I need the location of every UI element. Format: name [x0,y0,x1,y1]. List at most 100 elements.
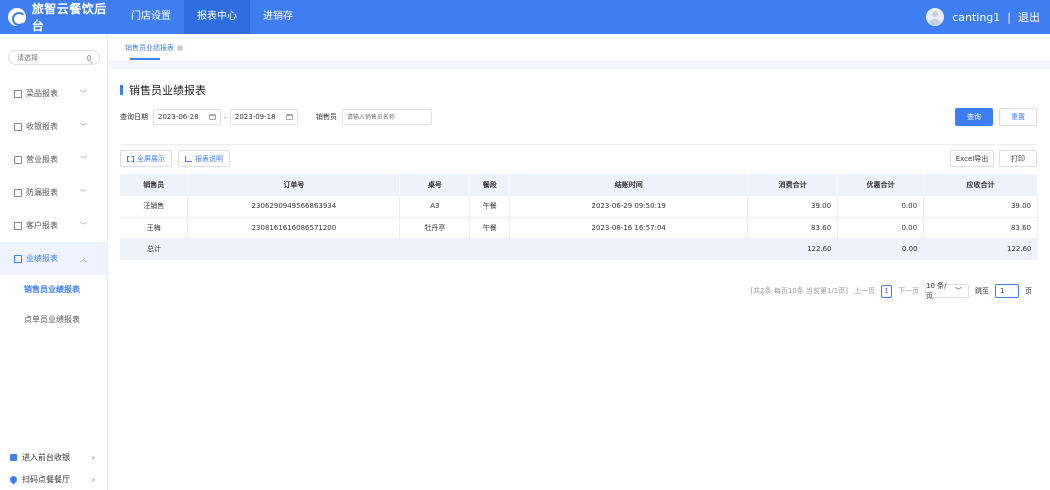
nav-report-center[interactable]: 报表中心 [184,0,250,34]
username[interactable]: canting1 [952,11,1000,24]
report-description-button[interactable]: 报表说明 [178,150,230,167]
sidebar-item-cashier-report[interactable]: 收银报表 ﹀ [0,110,107,143]
avatar[interactable] [926,8,945,26]
chevron-down-icon: ﹀ [80,122,87,131]
cell-order-no: 2308161616086571200 [187,217,401,239]
date-start-field[interactable]: 2023-06-28 [153,109,221,125]
cashier-shield-icon [10,453,17,461]
total-empty [469,238,510,260]
sidebar-subitem-seller-performance[interactable]: 销售员业绩报表 [0,275,107,305]
col-meal-period: 餐段 [469,174,511,196]
fullscreen-button[interactable]: 全屏展示 [120,150,172,167]
fullscreen-icon [127,155,134,162]
divider [120,144,1038,145]
shield-icon [14,188,22,197]
report-icon [14,89,22,98]
pager-prev[interactable]: 上一页 [854,286,875,296]
fullscreen-label: 全屏展示 [137,154,165,163]
tab-bar: 销售员业绩报表 [108,34,1050,62]
cell-seller: 汪销售 [120,196,189,218]
performance-table: 销售员 订单号 桌号 餐段 结账时间 消费合计 优惠合计 应收合计 汪销售 23… [120,174,1038,260]
col-order-no: 订单号 [187,174,401,196]
print-button[interactable]: 打印 [999,150,1037,167]
enter-front-cashier[interactable]: 进入前台收银 › [0,446,107,468]
pagination: [共2条 每页10条 当前第1/1页] 上一页 1 下一页 10 条/页 ﹀ 跳… [708,282,1038,300]
pager-next[interactable]: 下一页 [898,286,919,296]
scan-order-restaurant[interactable]: 扫码点餐餐厅 › [0,468,107,490]
cell-receivable-total: 83.60 [923,217,1038,239]
user-separator: | [1007,10,1011,24]
sidebar-bottom: 进入前台收银 › 扫码点餐餐厅 › [0,446,107,490]
pager-size-select[interactable]: 10 条/页 ﹀ [925,282,969,300]
table-row[interactable]: 汪销售 2306290949566863934 A3 午餐 2023-06-29… [120,196,1038,218]
close-icon[interactable] [177,45,183,51]
pager-page-unit: 页 [1025,287,1032,295]
total-receivable: 122.60 [923,238,1038,260]
main-panel: 销售员业绩报表 查询日期 2023-06-28 - 2023-09-18 销售员… [108,62,1050,490]
calendar-icon[interactable] [209,114,216,120]
chevron-right-icon: › [91,474,95,484]
cell-table-no: 牡丹亭 [399,217,471,239]
cell-order-no: 2306290949566863934 [187,196,401,218]
total-consume: 122.60 [747,238,838,260]
date-end-field[interactable]: 2023-09-18 [229,109,298,125]
enter-front-cashier-label: 进入前台收银 [22,452,70,462]
sidebar-item-label: 防漏报表 [26,188,58,197]
search-icon[interactable] [87,54,91,61]
cell-consume-total: 83.60 [747,217,839,239]
brand[interactable]: 旅智云餐饮后台 [0,0,118,34]
scan-order-restaurant-label: 扫码点餐餐厅 [22,474,70,484]
page-title-text: 销售员业绩报表 [129,84,206,97]
col-seller: 销售员 [120,174,189,196]
col-consume-total: 消费合计 [747,174,839,196]
seller-label: 销售员 [315,113,337,121]
nav-store-settings[interactable]: 门店设置 [118,0,184,34]
sidebar-item-dish-report[interactable]: 菜品报表 ﹀ [0,77,107,110]
logout-link[interactable]: 退出 [1018,9,1040,25]
sidebar-subitem-order-taker-performance[interactable]: 点单员业绩报表 [0,305,107,335]
pager-size-value: 10 条/页 [926,282,947,300]
pager-summary: [共2条 每页10条 当前第1/1页] [750,287,848,295]
cashier-icon [14,122,22,131]
sidebar-item-customer-report[interactable]: 客户报表 ﹀ [0,209,107,242]
date-end-value: 2023-09-18 [234,113,276,121]
date-label: 查询日期 [120,113,148,121]
cell-table-no: A3 [399,196,471,218]
filter-row: 查询日期 2023-06-28 - 2023-09-18 销售员 [120,108,432,126]
total-empty [509,238,748,260]
cell-receivable-total: 39.00 [923,196,1038,218]
sidebar-item-business-report[interactable]: 营业报表 ﹀ [0,143,107,176]
sidebar-item-label: 菜品报表 [26,89,58,98]
cell-discount-total: 0.00 [837,196,925,218]
brand-logo-icon [8,8,26,26]
sidebar-item-leak-report[interactable]: 防漏报表 ﹀ [0,176,107,209]
sidebar-search[interactable] [8,50,100,65]
chevron-down-icon: ﹀ [80,188,87,197]
total-empty [399,238,470,260]
date-range-dash: - [224,112,227,122]
report-description-label: 报表说明 [195,154,223,163]
pager-jump-input[interactable]: 1 [995,284,1019,298]
table-row[interactable]: 王梅 2308161616086571200 牡丹亭 午餐 2023-08-16… [120,217,1038,239]
sidebar-item-performance-report[interactable]: 业绩报表 ︿ [0,242,107,275]
pager-current-page[interactable]: 1 [881,284,892,298]
query-button[interactable]: 查询 [955,108,993,126]
calendar-icon[interactable] [285,114,293,120]
user-area: canting1 | 退出 [926,8,1050,26]
sidebar-search-input[interactable] [17,53,87,62]
col-checkout-time: 结账时间 [509,174,749,196]
tab-label: 销售员业绩报表 [125,44,174,52]
date-start-value: 2023-06-28 [158,113,199,121]
excel-export-button[interactable]: Excel导出 [950,150,994,167]
chevron-down-icon: ﹀ [80,89,87,98]
chevron-down-icon: ﹀ [80,155,87,164]
total-label: 总计 [120,238,188,260]
nav-inventory[interactable]: 进销存 [250,0,306,34]
seller-input[interactable] [341,109,432,125]
customer-icon [14,221,22,230]
table-total-row: 总计 122.60 0.00 122.60 [120,238,1038,260]
business-icon [14,155,22,164]
cell-meal-period: 午餐 [469,217,511,239]
sidebar-item-label: 客户报表 [26,221,58,230]
reset-button[interactable]: 重置 [999,108,1037,126]
